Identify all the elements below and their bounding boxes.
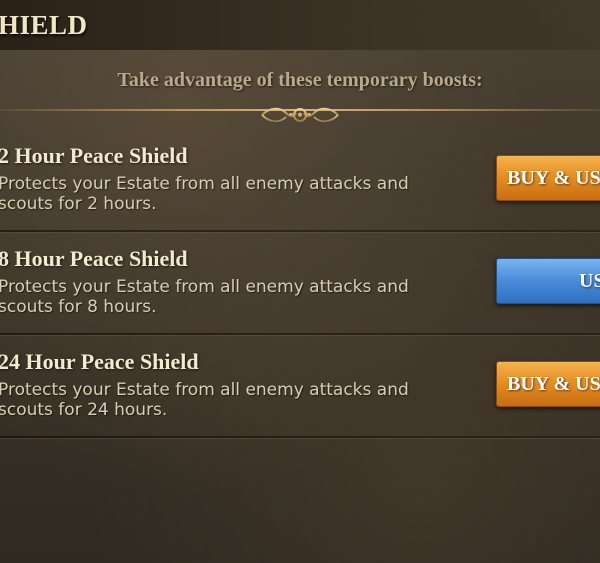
title-bar: HIELD: [0, 0, 600, 50]
page-title: HIELD: [0, 10, 88, 40]
item-title: 8 Hour Peace Shield: [0, 246, 188, 271]
buy-and-use-button[interactable]: BUY & US: [496, 361, 600, 407]
list-item: 8 Hour Peace Shield Protects your Estate…: [0, 232, 600, 335]
use-button[interactable]: US: [496, 258, 600, 304]
item-description: Protects your Estate from all enemy atta…: [0, 277, 409, 317]
item-description: Protects your Estate from all enemy atta…: [0, 174, 409, 214]
ornament-icon: [261, 107, 339, 123]
item-description: Protects your Estate from all enemy atta…: [0, 380, 409, 420]
buy-and-use-button[interactable]: BUY & US: [496, 155, 600, 201]
list-item: 24 Hour Peace Shield Protects your Estat…: [0, 335, 600, 438]
item-title: 2 Hour Peace Shield: [0, 143, 188, 168]
boosts-subtitle: Take advantage of these temporary boosts…: [117, 69, 483, 91]
list-item: 2 Hour Peace Shield Protects your Estate…: [0, 129, 600, 232]
item-title: 24 Hour Peace Shield: [0, 349, 199, 374]
row-divider: [0, 436, 600, 438]
